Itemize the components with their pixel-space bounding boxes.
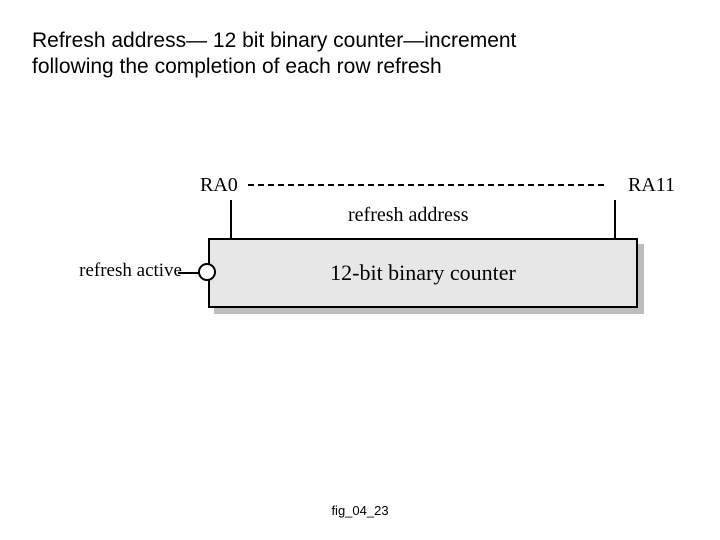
slide: Refresh address— 12 bit binary counter—i… bbox=[0, 0, 720, 540]
slide-title: Refresh address— 12 bit binary counter—i… bbox=[32, 28, 592, 81]
figure-id-label: fig_04_23 bbox=[0, 503, 720, 518]
refresh-active-label: refresh active bbox=[72, 260, 182, 282]
counter-box: 12-bit binary counter bbox=[208, 238, 638, 308]
inversion-bubble-icon bbox=[198, 263, 216, 281]
ra11-label: RA11 bbox=[628, 174, 675, 197]
ra0-label: RA0 bbox=[200, 174, 238, 197]
refresh-counter-diagram: RA0 RA11 refresh address 12-bit binary c… bbox=[100, 160, 660, 360]
refresh-address-label: refresh address bbox=[348, 204, 469, 227]
ra11-tick bbox=[614, 200, 616, 238]
ra0-tick bbox=[230, 200, 232, 238]
refresh-active-wire bbox=[178, 272, 200, 274]
counter-box-label: 12-bit binary counter bbox=[330, 260, 516, 286]
address-range-line bbox=[248, 184, 604, 186]
